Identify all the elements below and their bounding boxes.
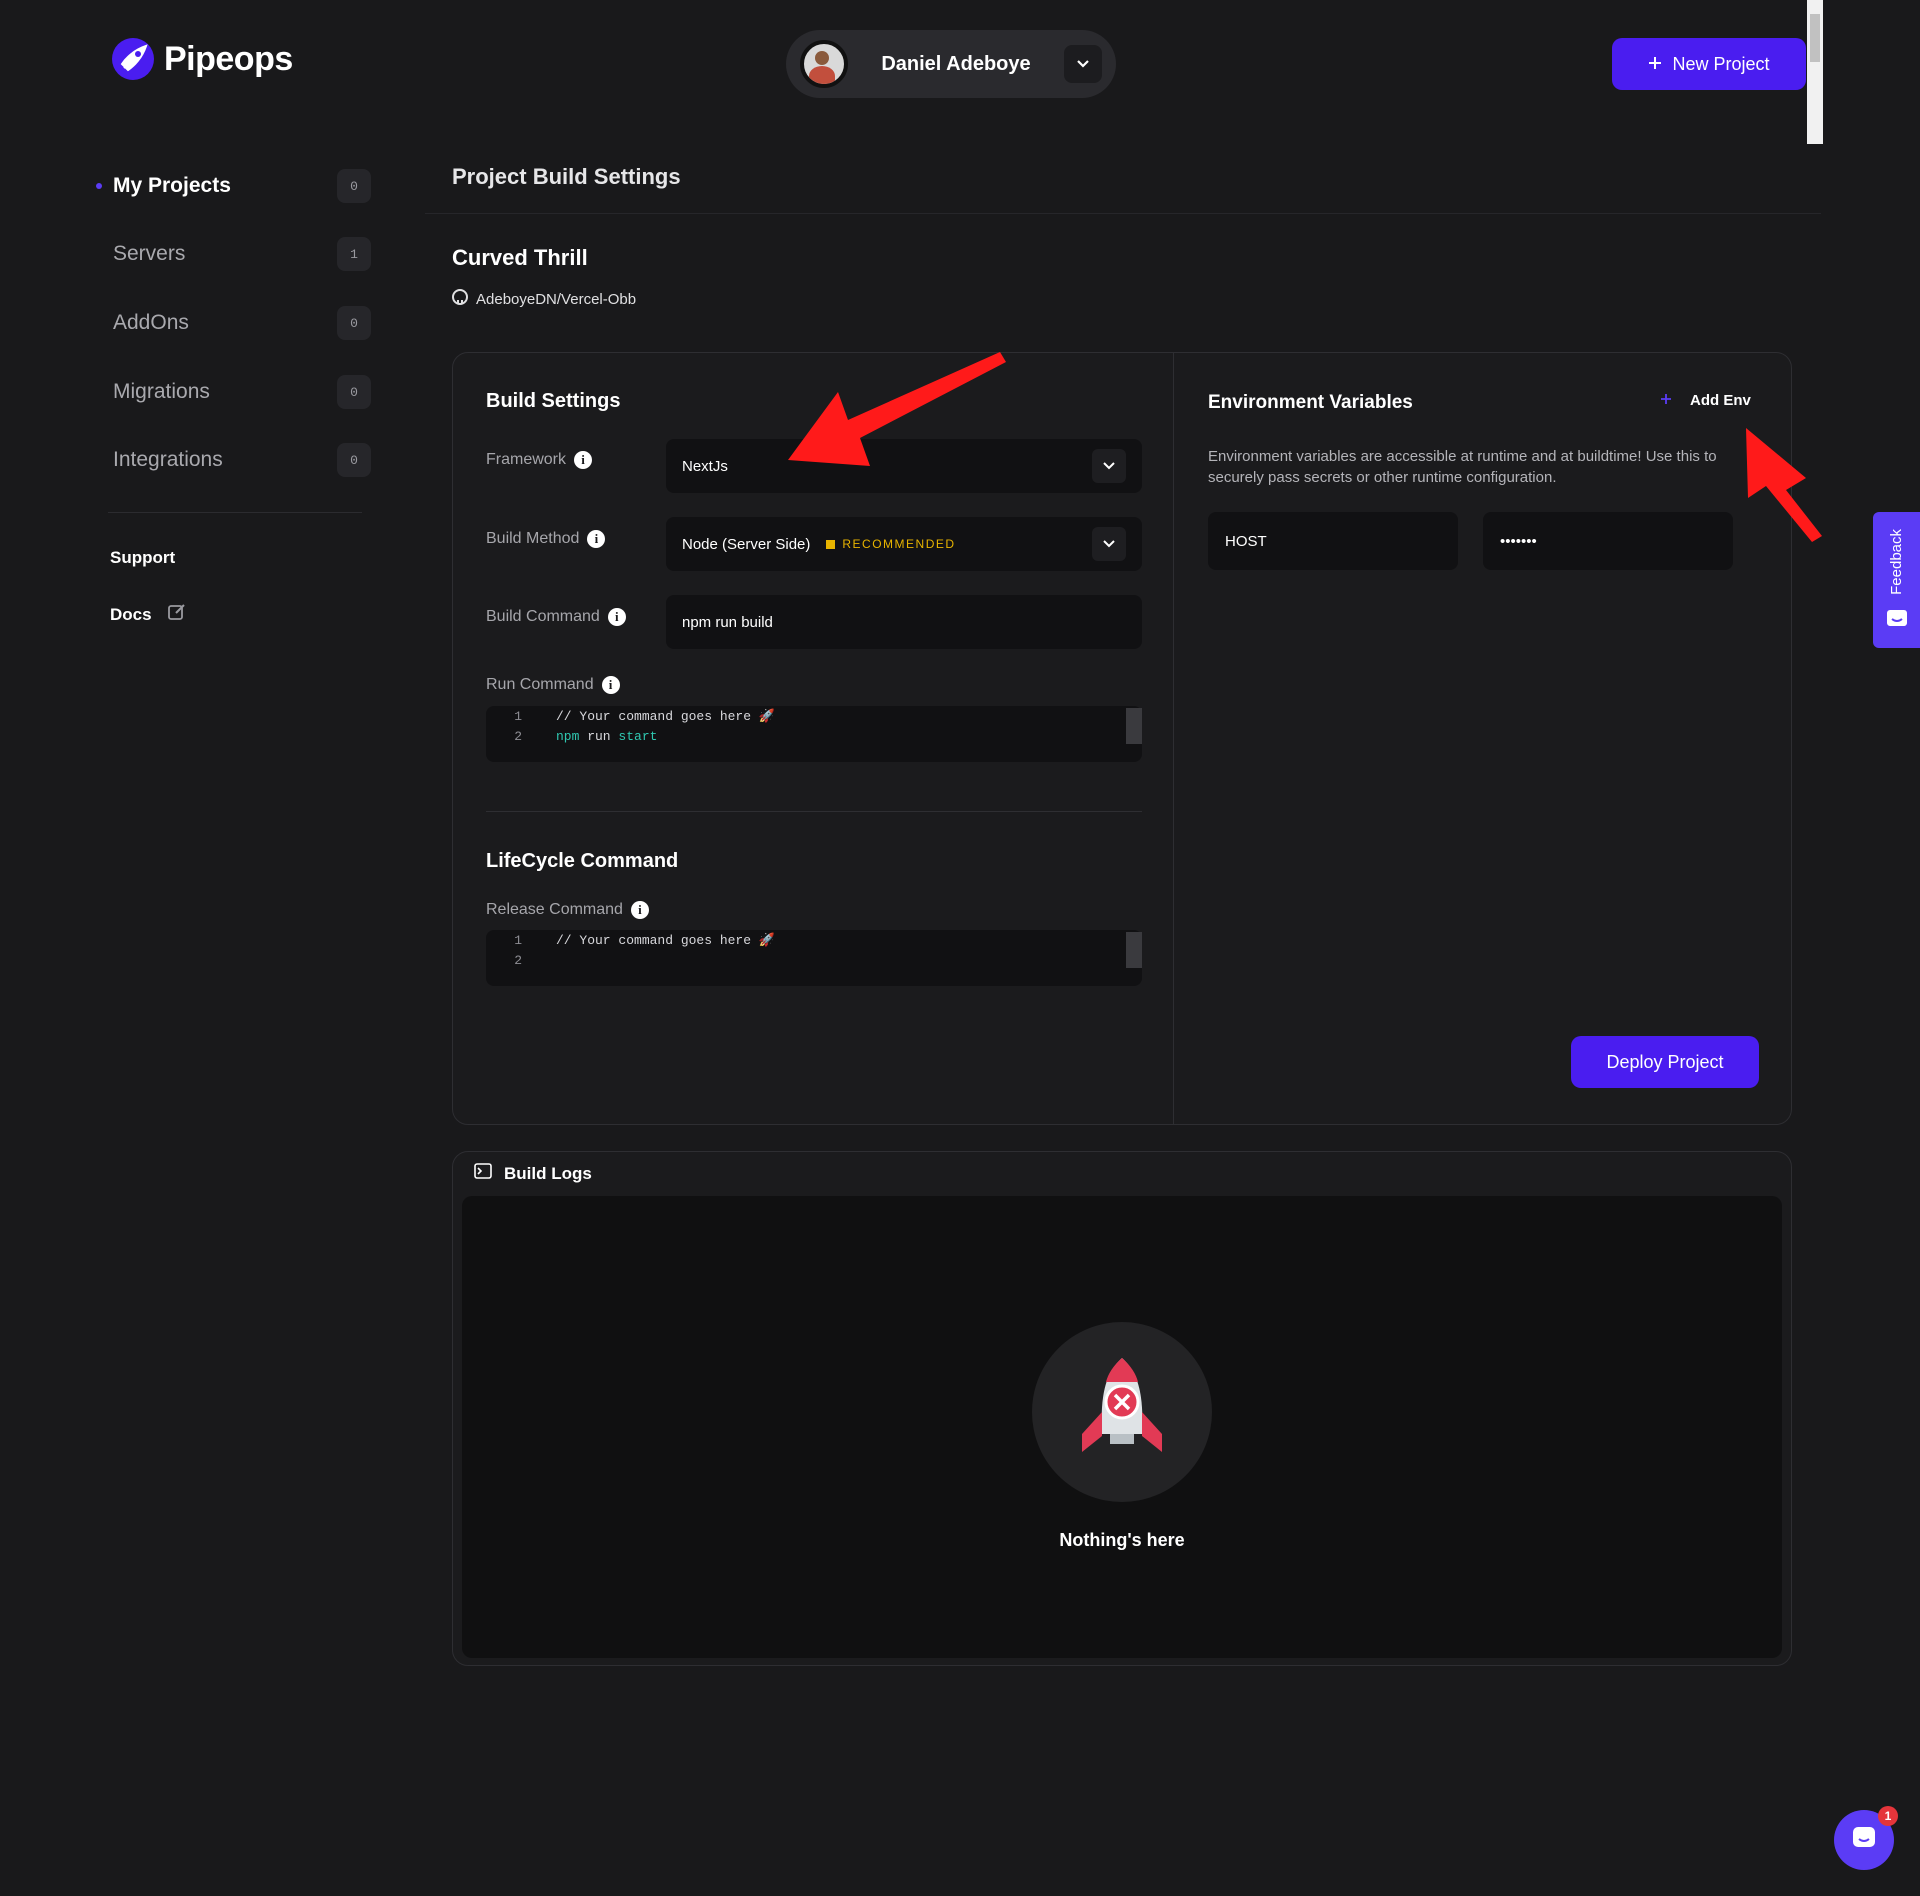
- annotation-arrow-framework: [788, 352, 1006, 466]
- annotation-arrow-add-env: [1746, 428, 1822, 542]
- annotation-arrows: [788, 352, 1822, 542]
